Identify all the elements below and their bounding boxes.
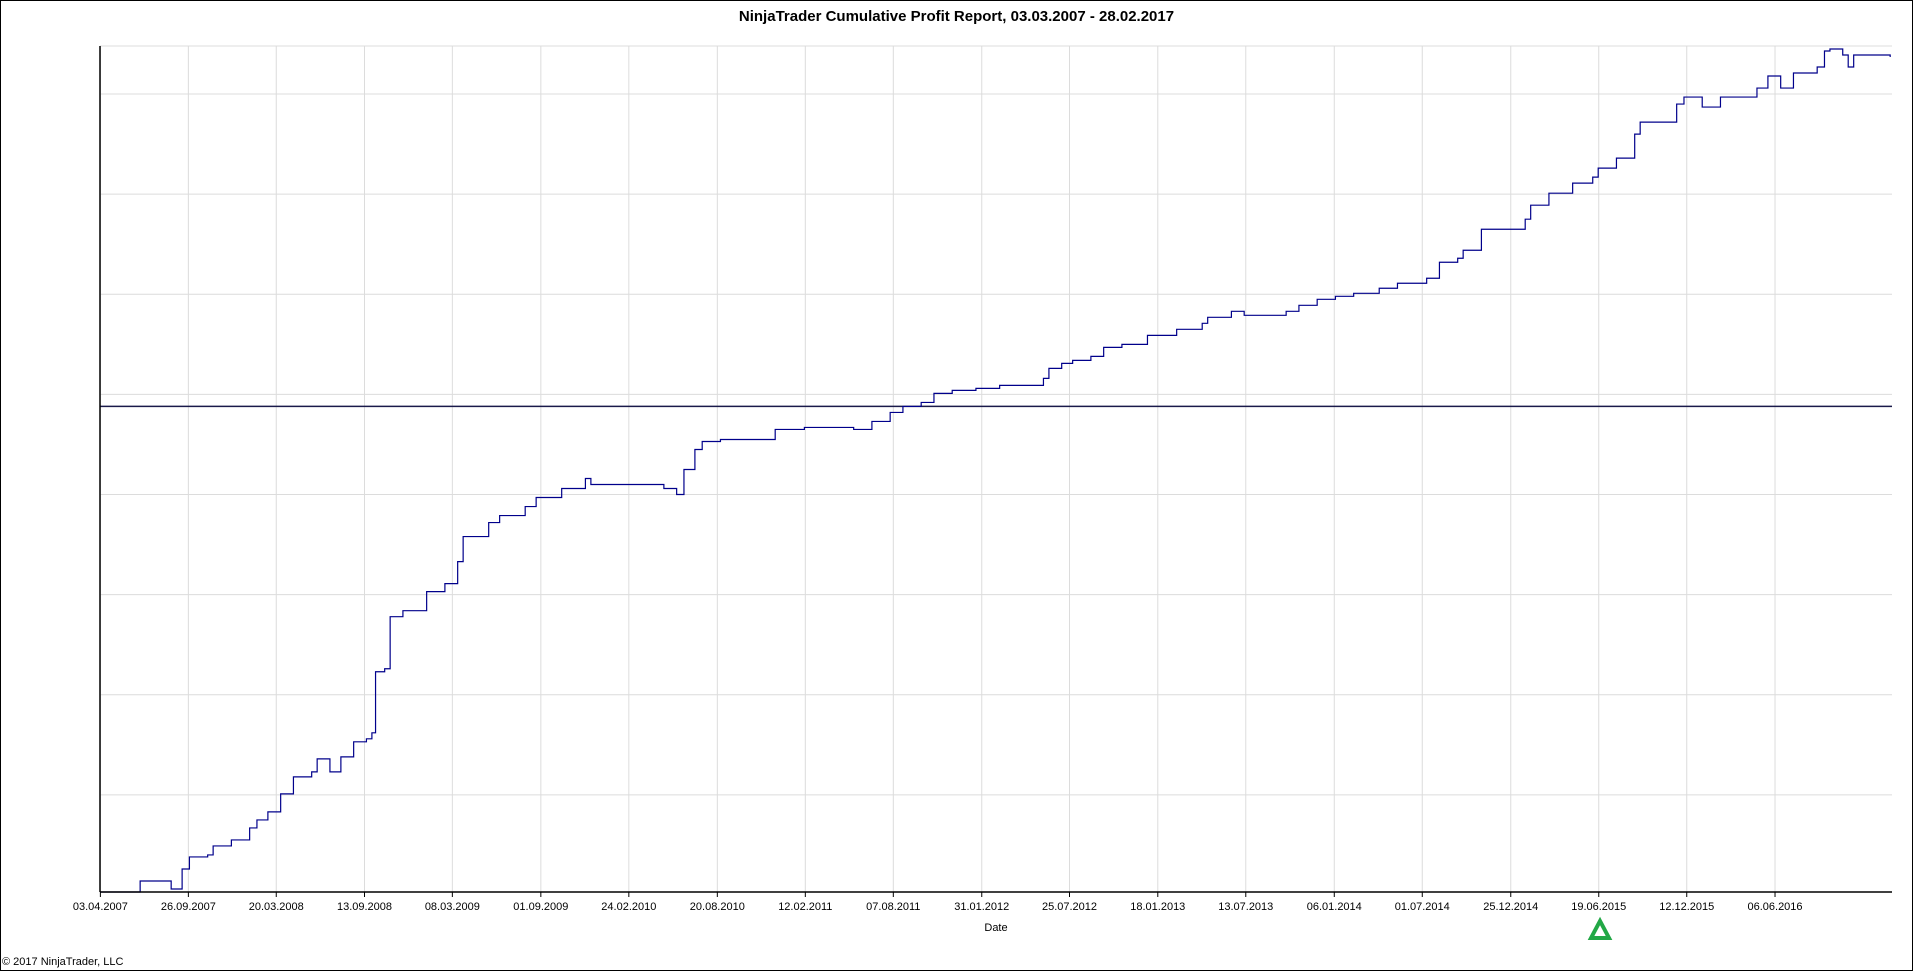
x-tick-label: 03.04.2007	[73, 901, 128, 913]
x-axis-label: Date	[984, 922, 1007, 934]
x-tick-label: 01.07.2014	[1395, 901, 1450, 913]
cumulative-profit-chart: 03.04.2007 26.09.2007 20.03.2008 13.09.2008…	[73, 45, 1892, 940]
x-tick-label: 18.01.2013	[1130, 901, 1185, 913]
x-tick-label: 12.12.2015	[1659, 901, 1714, 913]
x-tick-label: 25.12.2014	[1483, 901, 1538, 913]
x-tick-label: 26.09.2007	[161, 901, 216, 913]
grid	[99, 45, 1892, 892]
x-tick-label: 13.09.2008	[337, 901, 392, 913]
x-axis-ticks: 03.04.2007 26.09.2007 20.03.2008 13.09.2008…	[73, 892, 1803, 913]
x-tick-label: 19.06.2015	[1571, 901, 1626, 913]
x-tick-label: 06.06.2016	[1747, 901, 1802, 913]
x-tick-label: 07.08.2011	[866, 901, 920, 913]
x-tick-label: 06.01.2014	[1307, 901, 1362, 913]
green-triangle-marker	[1587, 916, 1613, 940]
x-tick-label: 20.08.2010	[690, 901, 745, 913]
x-tick-label: 13.07.2013	[1218, 901, 1273, 913]
x-tick-label: 12.02.2011	[778, 901, 832, 913]
x-tick-label: 25.07.2012	[1042, 901, 1097, 913]
x-tick-label: 24.02.2010	[601, 901, 656, 913]
series-line-cumulative-profit	[100, 48, 1891, 893]
copyright-text: © 2017 NinjaTrader, LLC	[2, 956, 124, 968]
x-tick-label: 31.01.2012	[954, 901, 1009, 913]
x-tick-label: 08.03.2009	[425, 901, 480, 913]
x-tick-label: 01.09.2009	[513, 901, 568, 913]
x-tick-label: 20.03.2008	[249, 901, 304, 913]
